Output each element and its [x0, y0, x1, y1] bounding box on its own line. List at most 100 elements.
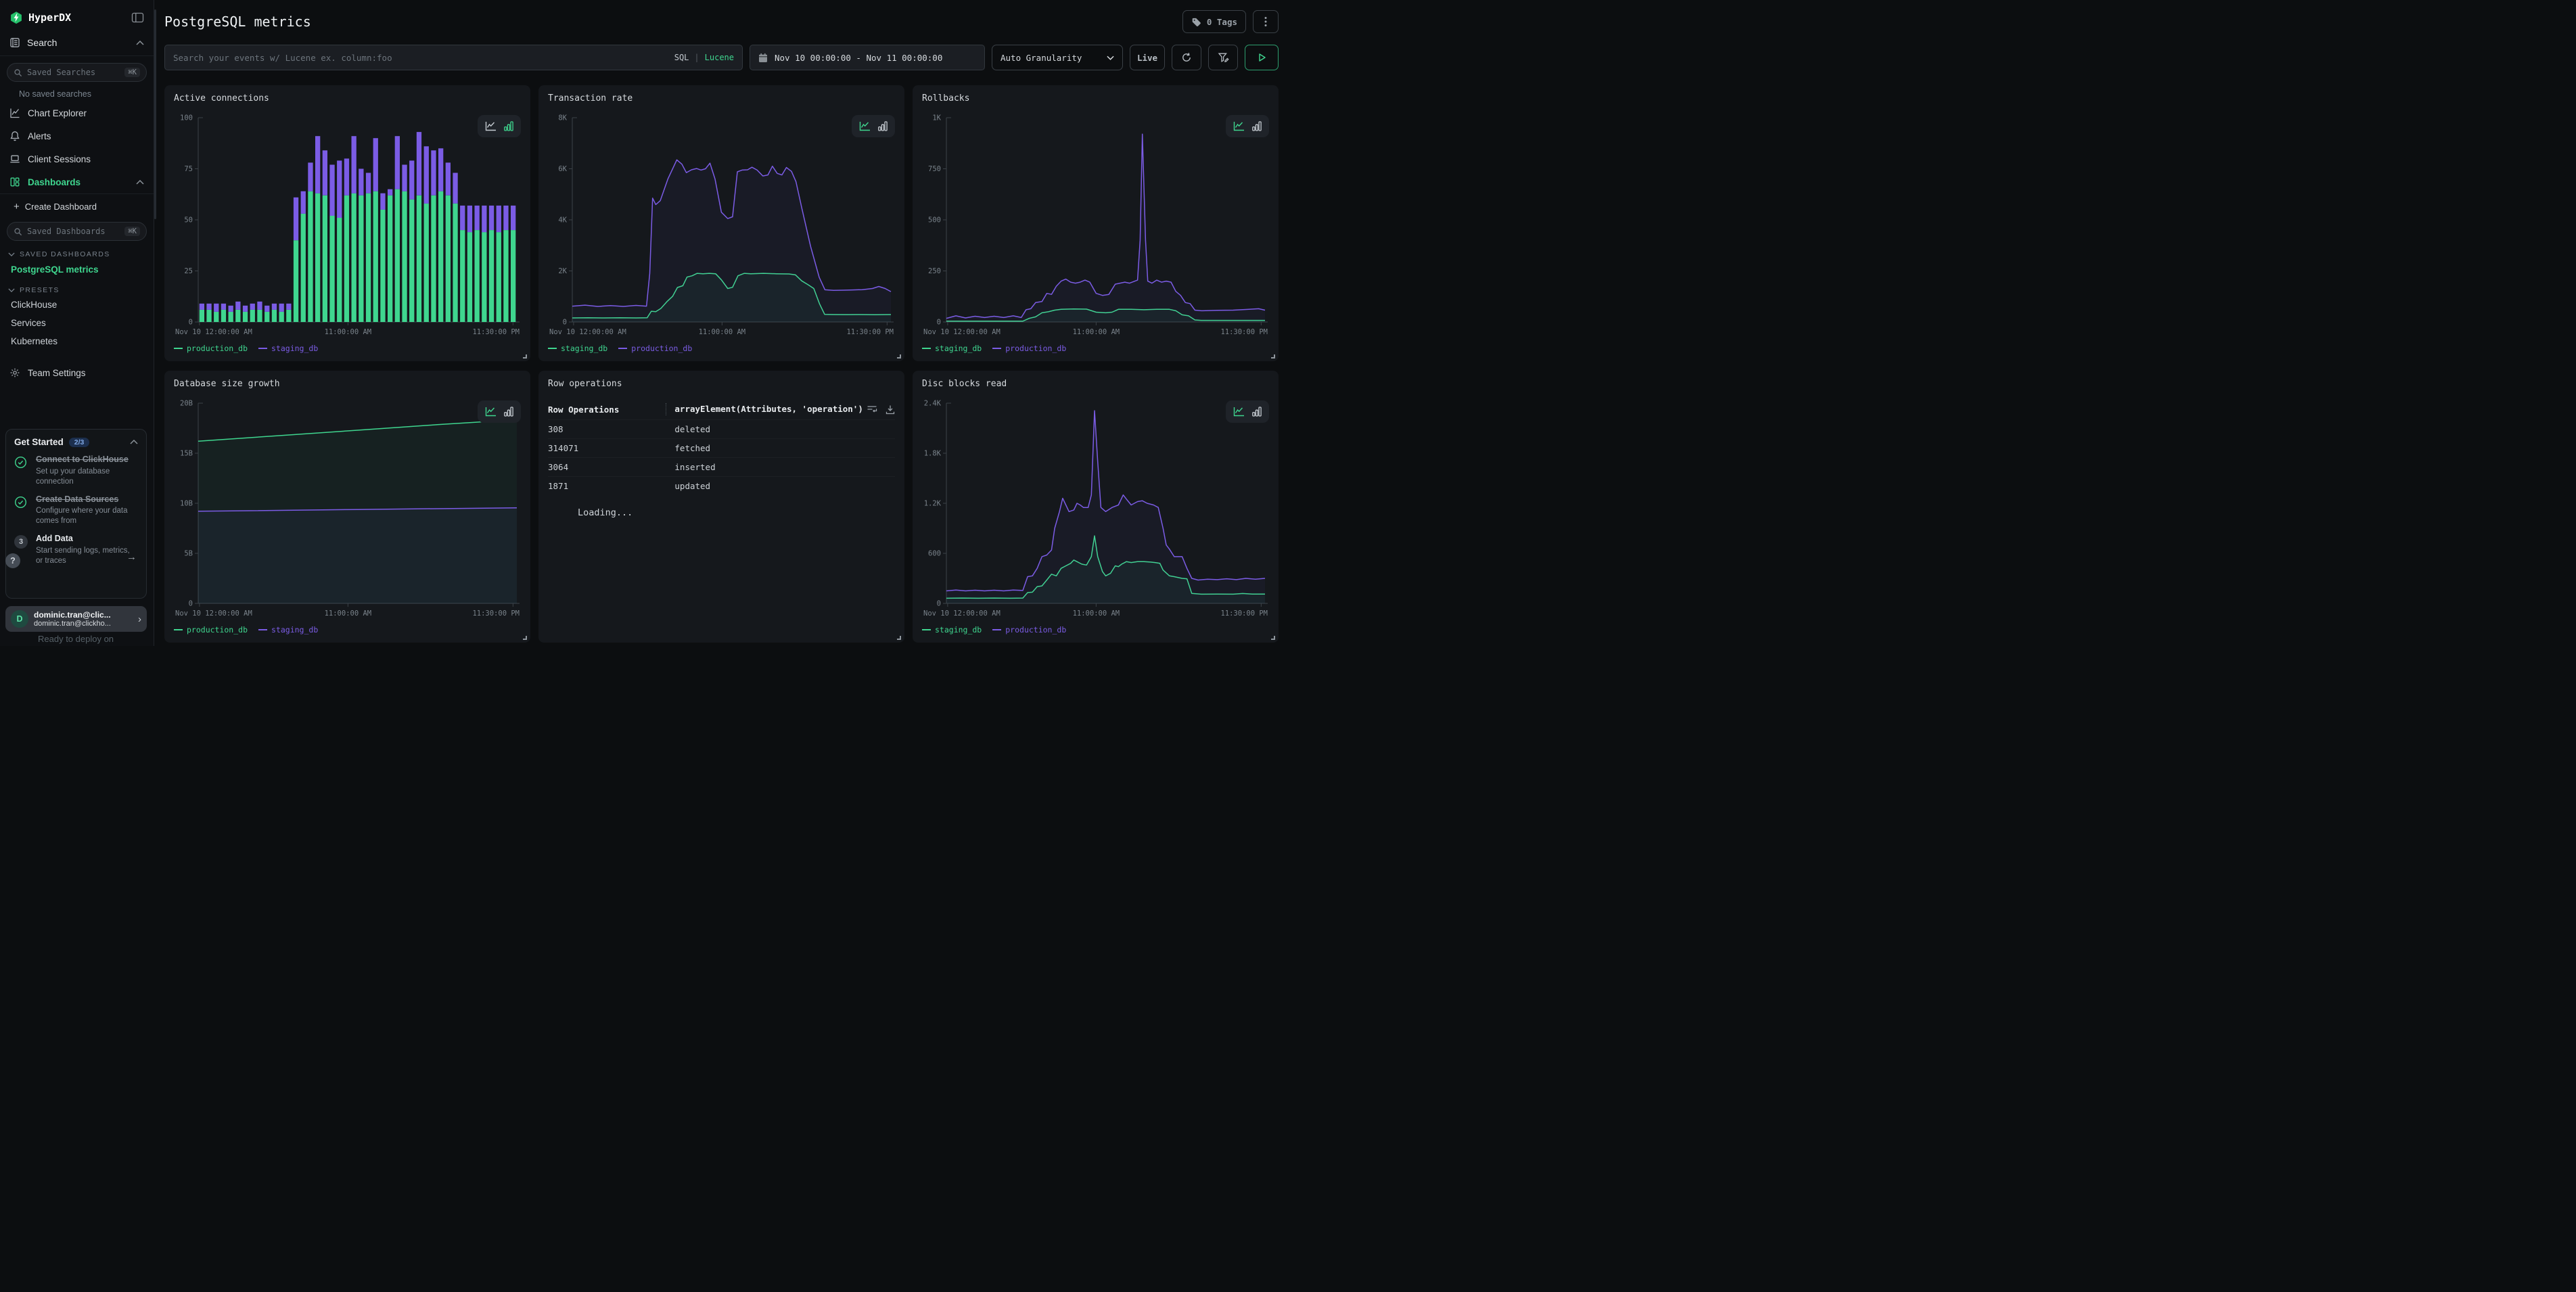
- date-range-picker[interactable]: Nov 10 00:00:00 - Nov 11 00:00:00: [750, 45, 985, 70]
- event-search[interactable]: SQL | Lucene: [164, 45, 743, 70]
- area-staging_db: [198, 508, 517, 603]
- saved-searches-input[interactable]: ⌘K: [7, 63, 147, 82]
- bar-view-button[interactable]: [504, 407, 513, 417]
- resize-handle[interactable]: [897, 354, 901, 359]
- svg-text:500: 500: [928, 216, 941, 225]
- arrow-right-icon: →: [127, 551, 137, 563]
- sidebar-item-team-settings[interactable]: Team Settings: [0, 361, 154, 384]
- legend-swatch: [922, 348, 931, 349]
- legend-label: staging_db: [271, 625, 318, 635]
- chevron-down-icon: [8, 288, 15, 292]
- lucene-mode-toggle[interactable]: Lucene: [705, 53, 734, 62]
- saved-searches-field[interactable]: [27, 68, 120, 77]
- scrollbar-thumb[interactable]: [154, 9, 156, 219]
- line-view-button[interactable]: [1233, 407, 1245, 417]
- sidebar-item-client-sessions[interactable]: Client Sessions: [0, 147, 154, 170]
- preset-clickhouse[interactable]: ClickHouse: [0, 296, 154, 314]
- resize-handle[interactable]: [523, 354, 527, 359]
- brand[interactable]: HyperDX: [9, 11, 71, 24]
- filter-edit-icon: [1218, 52, 1229, 63]
- sidebar-dashboard-postgresql-metrics[interactable]: PostgreSQL metrics: [0, 260, 154, 278]
- granularity-select[interactable]: Auto Granularity: [992, 45, 1123, 70]
- get-started-header[interactable]: Get Started 2/3: [14, 437, 138, 447]
- bar-view-button[interactable]: [504, 121, 513, 131]
- sidebar-item-label: Chart Explorer: [28, 108, 87, 118]
- svg-text:11:30:00 PM: 11:30:00 PM: [1220, 328, 1268, 336]
- play-icon: [1258, 53, 1266, 62]
- legend-item-production_db[interactable]: production_db: [174, 344, 248, 353]
- sidebar-item-chart-explorer[interactable]: Chart Explorer: [0, 101, 154, 124]
- svg-text:25: 25: [184, 267, 193, 275]
- run-query-button[interactable]: [1245, 45, 1279, 70]
- collapse-sidebar-icon[interactable]: [131, 12, 144, 23]
- legend-item-staging_db[interactable]: staging_db: [258, 625, 318, 635]
- panel-title: Rollbacks: [922, 93, 1269, 108]
- line-view-button[interactable]: [485, 121, 497, 131]
- create-dashboard-button[interactable]: + Create Dashboard: [0, 194, 154, 215]
- line-view-button[interactable]: [1233, 121, 1245, 131]
- svg-text:6K: 6K: [558, 165, 567, 173]
- avatar: D: [11, 610, 28, 628]
- preset-services[interactable]: Services: [0, 314, 154, 332]
- legend-item-staging_db[interactable]: staging_db: [922, 625, 982, 635]
- page-header: PostgreSQL metrics 0 Tags: [164, 8, 1279, 35]
- sql-mode-toggle[interactable]: SQL: [674, 53, 689, 62]
- get-started-step-add-data[interactable]: 3 Add Data Start sending logs, metrics, …: [14, 534, 138, 566]
- cell-count: 3064: [548, 462, 666, 472]
- get-started-step-sources[interactable]: Create Data Sources Configure where your…: [14, 494, 138, 527]
- cell-operation: deleted: [666, 424, 895, 434]
- saved-dashboards-header[interactable]: SAVED DASHBOARDS: [0, 242, 154, 260]
- table-row: 314071fetched: [548, 438, 895, 457]
- get-started-step-connect[interactable]: Connect to ClickHouse Set up your databa…: [14, 455, 138, 487]
- column-options-icon[interactable]: [867, 405, 877, 414]
- more-options-button[interactable]: [1253, 10, 1279, 33]
- saved-dashboards-field[interactable]: [27, 227, 120, 236]
- legend-item-production_db[interactable]: production_db: [174, 625, 248, 635]
- resize-handle[interactable]: [1271, 354, 1275, 359]
- step-title: Connect to ClickHouse: [36, 455, 137, 465]
- event-search-input[interactable]: [173, 53, 668, 63]
- sidebar-section-search[interactable]: Search: [0, 30, 154, 56]
- chart-legend: staging_db production_db: [548, 341, 895, 356]
- table-header-row: Row OperationsarrayElement(Attributes, '…: [548, 399, 895, 419]
- live-button[interactable]: Live: [1130, 45, 1165, 70]
- legend-item-staging_db[interactable]: staging_db: [922, 344, 982, 353]
- legend-item-production_db[interactable]: production_db: [618, 344, 692, 353]
- preset-kubernetes[interactable]: Kubernetes: [0, 332, 154, 350]
- cell-operation: inserted: [666, 462, 895, 472]
- bar-view-button[interactable]: [878, 121, 888, 131]
- bar-view-button[interactable]: [1252, 121, 1262, 131]
- presets-header[interactable]: PRESETS: [0, 278, 154, 296]
- svg-text:Nov 10 12:00:00 AM: Nov 10 12:00:00 AM: [175, 328, 252, 336]
- svg-text:11:00:00 AM: 11:00:00 AM: [699, 328, 746, 336]
- legend-item-staging_db[interactable]: staging_db: [258, 344, 318, 353]
- sidebar-item-dashboards[interactable]: Dashboards: [0, 170, 154, 194]
- line-view-button[interactable]: [859, 121, 871, 131]
- legend-swatch: [174, 348, 183, 349]
- svg-text:250: 250: [928, 267, 941, 275]
- svg-text:11:30:00 PM: 11:30:00 PM: [472, 609, 520, 618]
- download-icon[interactable]: [886, 405, 895, 415]
- bar-view-button[interactable]: [1252, 407, 1262, 417]
- help-button[interactable]: ?: [5, 553, 20, 568]
- legend-item-production_db[interactable]: production_db: [992, 344, 1066, 353]
- legend-swatch: [992, 629, 1001, 630]
- resize-handle[interactable]: [523, 636, 527, 640]
- refresh-button[interactable]: [1172, 45, 1201, 70]
- table-row: 3064inserted: [548, 457, 895, 476]
- filter-edit-button[interactable]: [1208, 45, 1238, 70]
- step-subtitle: Configure where your data comes from: [36, 506, 137, 526]
- resize-handle[interactable]: [897, 636, 901, 640]
- user-menu[interactable]: D dominic.tran@clic... dominic.tran@clic…: [5, 606, 147, 632]
- svg-text:20B: 20B: [180, 400, 193, 408]
- tags-button[interactable]: 0 Tags: [1182, 10, 1246, 33]
- table-row: 308deleted: [548, 419, 895, 438]
- sidebar-item-alerts[interactable]: Alerts: [0, 124, 154, 147]
- legend-item-staging_db[interactable]: staging_db: [548, 344, 607, 353]
- mode-separator: |: [694, 53, 699, 62]
- resize-handle[interactable]: [1271, 636, 1275, 640]
- legend-item-production_db[interactable]: production_db: [992, 625, 1066, 635]
- chart-type-toggle: [478, 400, 521, 423]
- saved-dashboards-input[interactable]: ⌘K: [7, 222, 147, 241]
- line-view-button[interactable]: [485, 407, 497, 417]
